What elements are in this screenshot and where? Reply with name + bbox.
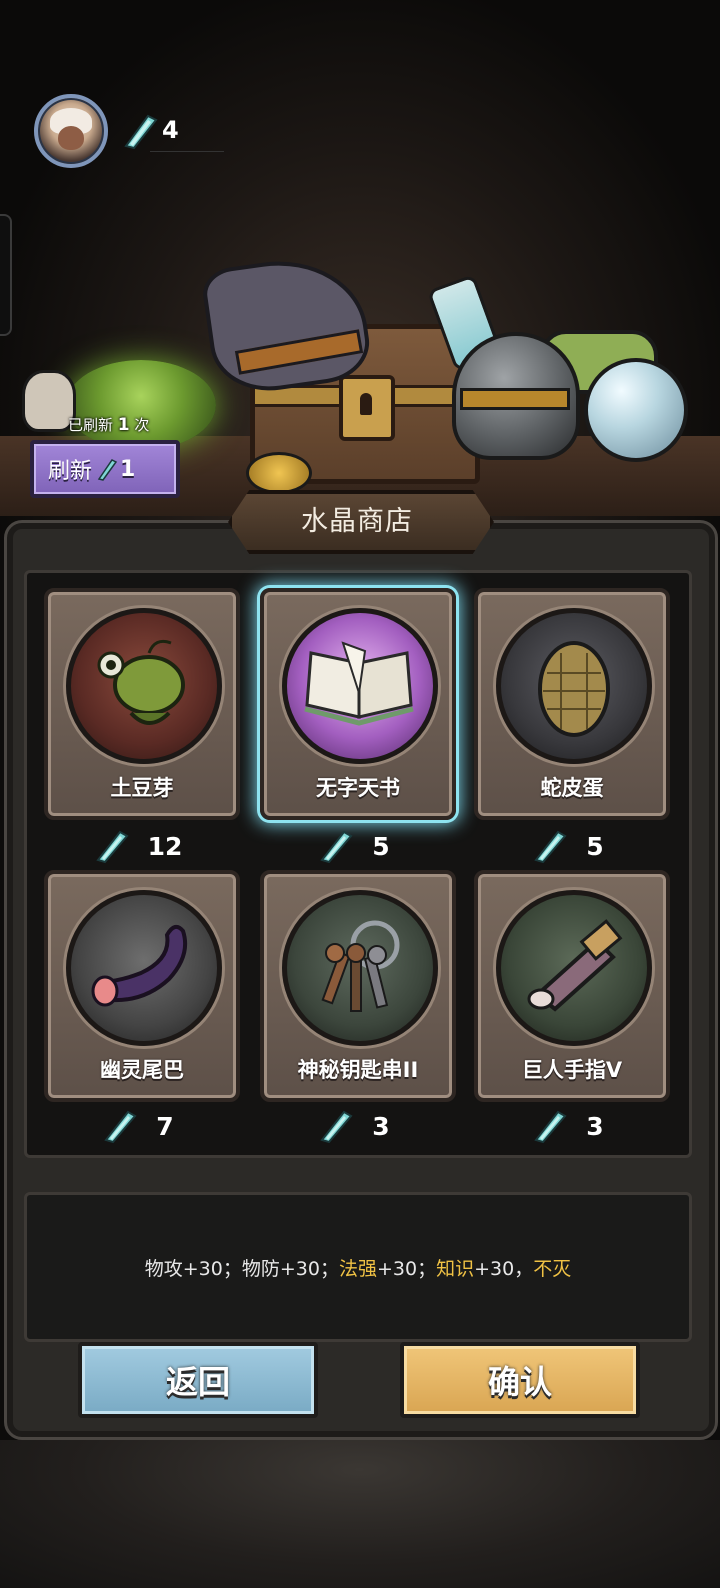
item-medal (66, 890, 222, 1046)
refresh-status-count: 1 (117, 415, 130, 435)
player-avatar[interactable] (34, 94, 108, 168)
item-price-value: 7 (156, 1111, 174, 1141)
desc-stat: 物攻+30；物防+30； (144, 1257, 339, 1280)
item-price-value: 12 (147, 831, 183, 861)
item-medal (66, 608, 222, 764)
item-price: 3 (260, 1106, 448, 1146)
desc-stat-highlight: 不灭 (533, 1257, 572, 1280)
green-slime-art (66, 360, 216, 450)
shop-item-card[interactable]: 巨人手指V (474, 870, 670, 1102)
item-price: 5 (260, 826, 448, 866)
item-price: 12 (44, 826, 232, 866)
crystal-count: 4 (162, 116, 179, 144)
item-price-value: 3 (586, 1111, 604, 1141)
item-name: 神秘钥匙串II (297, 1058, 419, 1082)
shop-item-card[interactable]: 土豆芽 (44, 588, 240, 820)
helmet-band-art (460, 388, 570, 410)
crystal-icon (534, 1110, 567, 1144)
shop-item-card-selected[interactable]: 无字天书 (260, 588, 456, 820)
shop-title: 水晶商店 (301, 505, 413, 537)
item-price-value: 5 (372, 831, 390, 861)
back-button[interactable]: 返回 (78, 1342, 318, 1418)
desc-stat-highlight: 法强 (338, 1257, 377, 1280)
item-description: 物攻+30；物防+30； 法强 +30； 知识 +30， 不灭 (24, 1192, 692, 1342)
refresh-status-prefix: 已刷新 (68, 416, 114, 434)
refresh-button[interactable]: 刷新 1 (30, 440, 180, 498)
refresh-button-label: 刷新 (48, 459, 93, 484)
refresh-cost: 1 (120, 456, 136, 482)
item-price: 3 (474, 1106, 662, 1146)
item-price-value: 3 (372, 1111, 390, 1141)
refresh-status: 已刷新 1 次 (68, 414, 149, 435)
item-price-value: 5 (586, 831, 604, 861)
currency-underline (150, 151, 224, 152)
item-name: 无字天书 (316, 776, 400, 800)
shop-item-card[interactable]: 神秘钥匙串II (260, 870, 456, 1102)
item-name: 蛇皮蛋 (540, 776, 604, 800)
desc-stat-highlight: 知识 (436, 1257, 475, 1280)
giant-finger-icon (527, 919, 623, 1012)
crystal-icon (124, 114, 158, 150)
scaled-egg-icon (538, 641, 610, 737)
item-name: 土豆芽 (110, 776, 174, 800)
crystal-icon (320, 1110, 353, 1144)
crystal-icon (97, 459, 118, 481)
confirm-button[interactable]: 确认 (400, 1342, 640, 1418)
item-name: 幽灵尾巴 (100, 1058, 184, 1082)
bottom-background (0, 1440, 720, 1588)
refresh-status-suffix: 次 (134, 416, 150, 434)
desc-stat: +30， (474, 1257, 534, 1280)
sprout-creature-icon (97, 639, 185, 725)
avatar-face (58, 126, 84, 150)
crystal-icon (104, 1110, 137, 1144)
crystal-icon (534, 830, 567, 864)
open-book-icon (304, 641, 414, 726)
shop-item-card[interactable]: 幽灵尾巴 (44, 870, 240, 1102)
item-price: 7 (44, 1106, 232, 1146)
ghost-tail-icon (91, 924, 188, 1007)
crystal-icon (95, 830, 129, 864)
item-medal (496, 890, 652, 1046)
item-medal (282, 608, 438, 764)
key-ring-icon (321, 920, 400, 1012)
crystal-icon (320, 830, 353, 864)
item-medal (496, 608, 652, 764)
gold-coins-art (246, 452, 312, 494)
chest-lock-icon (339, 375, 395, 441)
shop-item-card[interactable]: 蛇皮蛋 (474, 588, 670, 820)
item-name: 巨人手指V (521, 1058, 623, 1082)
item-price: 5 (474, 826, 662, 866)
item-medal (282, 890, 438, 1046)
desc-stat: +30； (376, 1257, 437, 1280)
crystal-orb-art (584, 358, 688, 462)
